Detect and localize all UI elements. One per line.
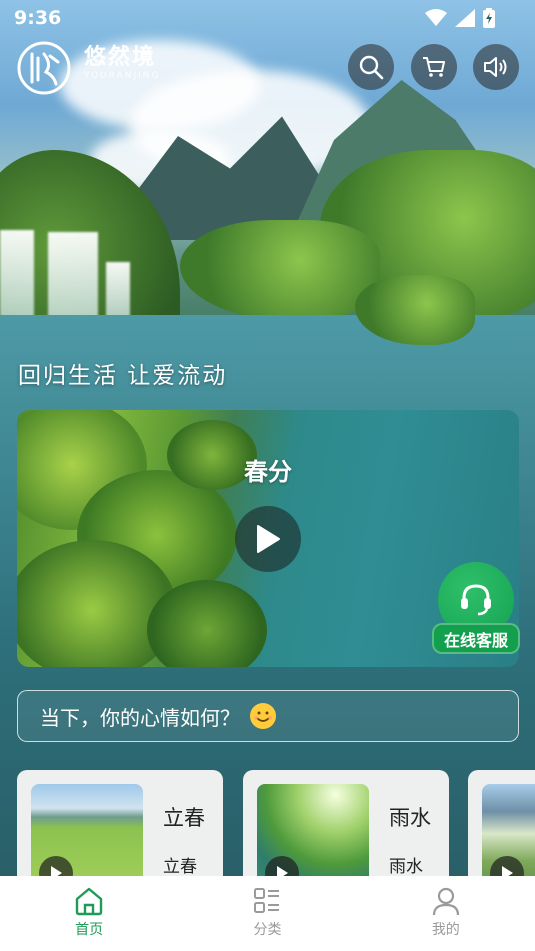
card-subtitle: 立春 — [163, 857, 197, 876]
brand-name-en: YOURANJING — [84, 71, 161, 81]
nav-item-category[interactable]: 分类 — [178, 876, 356, 951]
play-icon — [502, 866, 513, 876]
status-bar: 9:36 — [0, 0, 535, 36]
status-icons — [425, 8, 495, 28]
nav-item-home[interactable]: 首页 — [0, 876, 178, 951]
solar-term-card[interactable] — [468, 770, 535, 876]
video-title: 春分 — [244, 458, 292, 486]
battery-icon — [483, 8, 495, 28]
card-thumbnail — [482, 784, 535, 876]
brand-logo-icon — [17, 41, 71, 95]
card-thumbnail — [31, 784, 143, 876]
profile-icon — [432, 887, 459, 916]
support-label: 在线客服 — [432, 623, 520, 654]
home-icon — [75, 887, 103, 916]
solar-term-card[interactable]: 雨水 雨水 — [243, 770, 449, 876]
sound-button[interactable] — [473, 44, 519, 90]
category-icon — [254, 888, 280, 913]
card-subtitle: 雨水 — [389, 857, 423, 876]
play-icon — [257, 525, 280, 553]
nav-label-home: 首页 — [75, 922, 104, 938]
solar-term-card[interactable]: 立春 立春 — [17, 770, 223, 876]
video-play-button[interactable] — [235, 506, 301, 572]
card-thumbnail — [257, 784, 369, 876]
slogan: 回归生活 让爱流动 — [18, 363, 228, 389]
play-icon — [277, 866, 288, 876]
card-title: 雨水 — [389, 806, 431, 830]
mood-prompt-bar[interactable]: 当下，你的心情如何？ — [17, 690, 519, 742]
play-icon — [51, 866, 62, 876]
brand-name: 悠然境 YOURANJING — [84, 45, 161, 82]
solar-term-list: 立春 立春 雨水 雨水 — [17, 770, 535, 876]
card-play-button[interactable] — [39, 856, 73, 876]
nav-item-profile[interactable]: 我的 — [357, 876, 535, 951]
headset-icon — [461, 584, 491, 616]
brand-name-cn: 悠然境 — [84, 45, 157, 70]
status-time: 9:36 — [14, 7, 62, 29]
cart-icon — [423, 57, 445, 77]
speaker-icon — [484, 57, 507, 77]
mood-prompt-text: 当下，你的心情如何？ — [40, 705, 240, 730]
nav-label-category: 分类 — [253, 922, 282, 938]
search-icon — [359, 55, 384, 80]
nav-label-profile: 我的 — [431, 922, 460, 938]
card-play-button[interactable] — [490, 856, 524, 876]
signal-icon — [455, 9, 475, 27]
search-button[interactable] — [348, 44, 394, 90]
card-play-button[interactable] — [265, 856, 299, 876]
wifi-icon — [425, 9, 447, 26]
smiling-face-emoji-icon — [250, 703, 276, 729]
card-title: 立春 — [163, 806, 205, 830]
cart-button[interactable] — [411, 44, 457, 90]
bottom-nav: 首页 分类 我的 — [0, 876, 535, 951]
online-support-button[interactable]: 在线客服 — [432, 562, 520, 654]
